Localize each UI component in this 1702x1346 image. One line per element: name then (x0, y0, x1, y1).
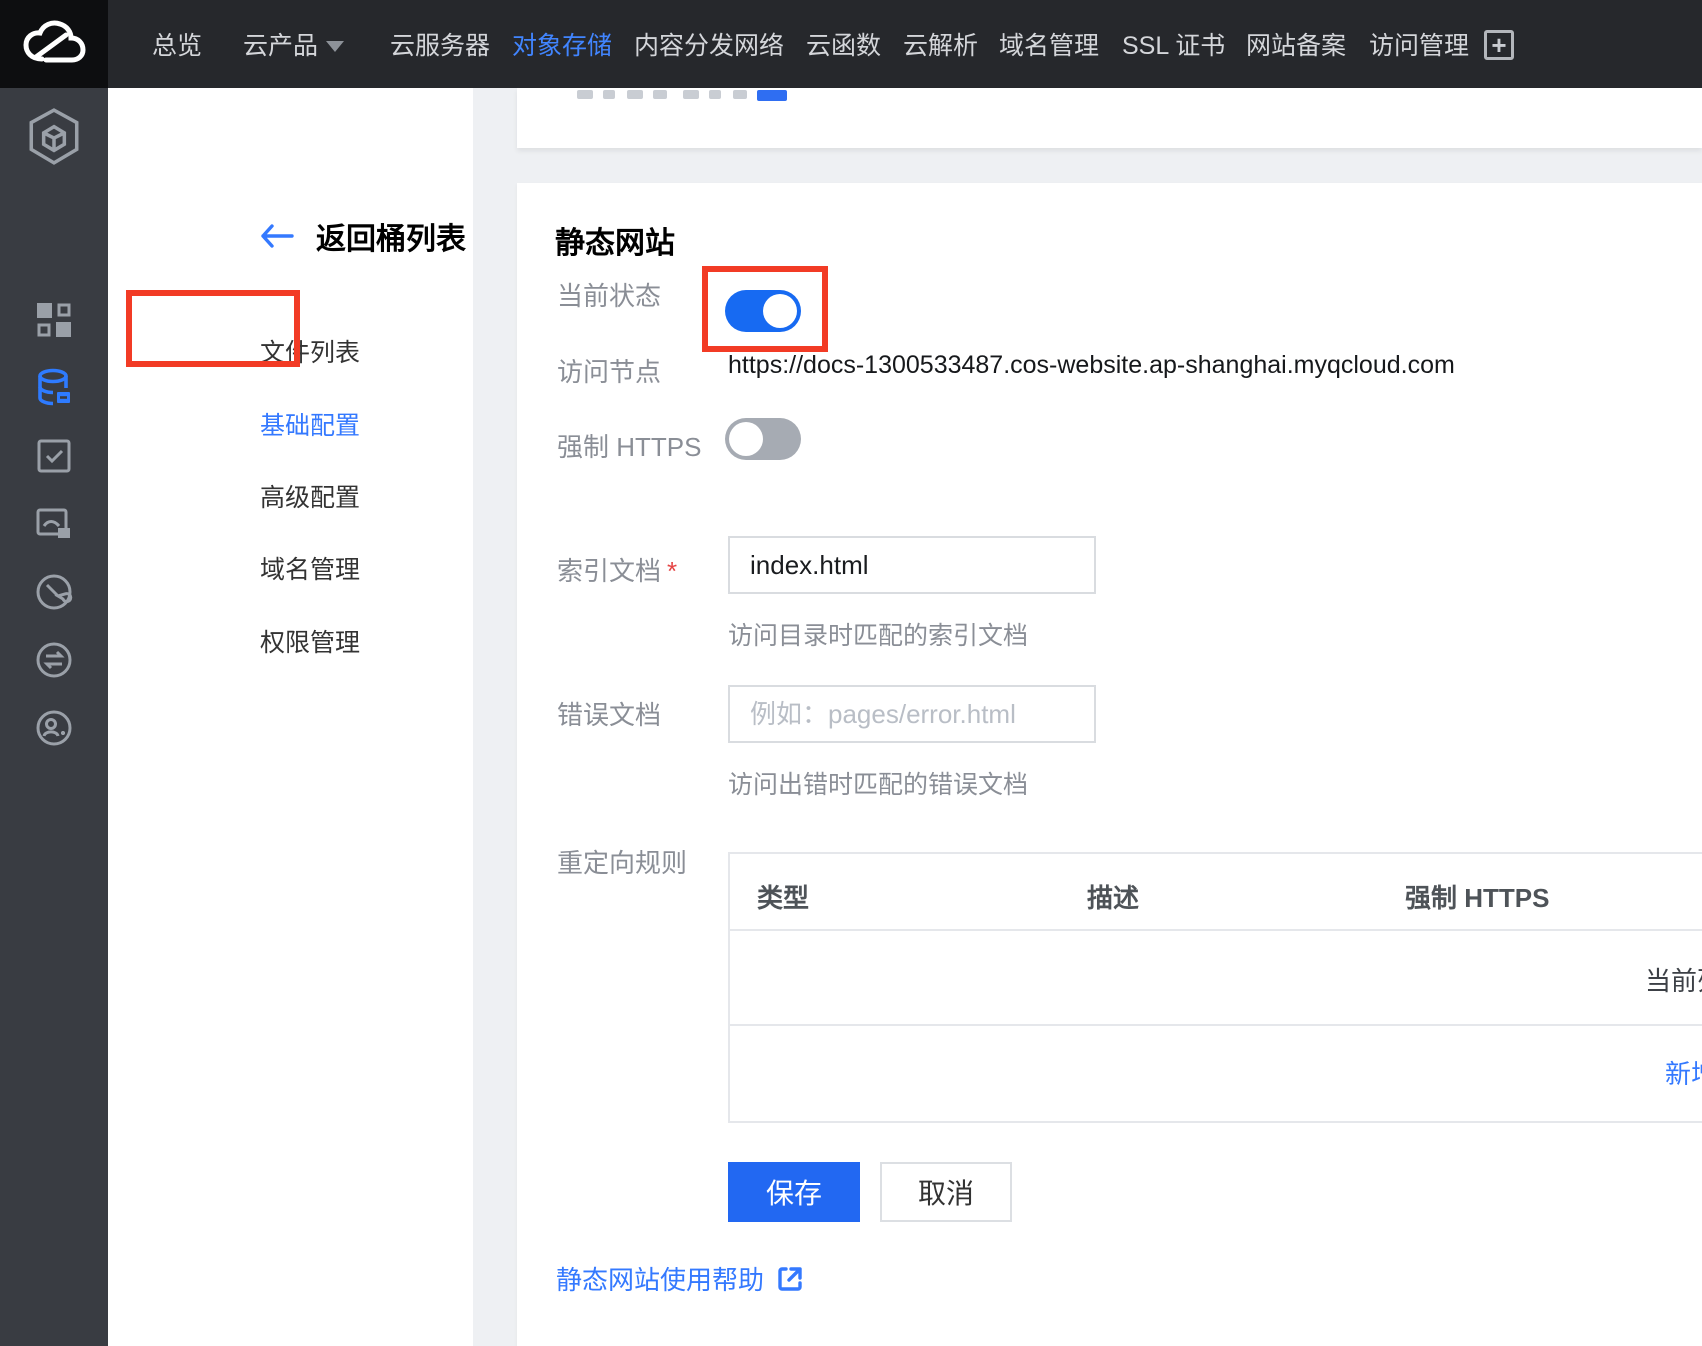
table-footer-row: 新增规则 (730, 1026, 1702, 1121)
force-https-toggle[interactable] (725, 418, 801, 460)
bucket-sidebar: 返回桶列表 文件列表 基础配置 高级配置 域名管理 权限管理 (108, 88, 473, 1346)
text-remnant (603, 90, 615, 99)
table-empty-row: 当前列表为空 (730, 931, 1702, 1026)
redirect-rules-label: 重定向规则 (557, 843, 687, 880)
index-doc-help: 访问目录时匹配的索引文档 (728, 616, 1028, 652)
sidebar-item-permission-mgmt[interactable]: 权限管理 (260, 623, 360, 659)
column-header-type: 类型 (757, 878, 809, 915)
icon-rail (0, 88, 108, 1346)
cloud-logo-icon (22, 19, 86, 69)
add-rule-link[interactable]: 新增规则 (1665, 1054, 1702, 1091)
cancel-button[interactable]: 取消 (880, 1162, 1012, 1222)
nav-item-cos[interactable]: 对象存储 (512, 0, 612, 88)
transfer-arrows-icon[interactable] (34, 640, 74, 680)
tool-wrench-icon[interactable] (34, 572, 74, 612)
text-remnant (577, 90, 593, 99)
back-arrow-icon (260, 224, 294, 248)
index-doc-label: 索引文档* (557, 551, 677, 588)
error-doc-help: 访问出错时匹配的错误文档 (728, 765, 1028, 801)
toggle-knob (763, 294, 797, 328)
nav-item-cam[interactable]: 访问管理 (1369, 0, 1469, 88)
static-website-help-link[interactable]: 静态网站使用帮助 (556, 1260, 804, 1297)
back-to-bucket-list[interactable]: 返回桶列表 (260, 214, 466, 258)
text-remnant (709, 90, 721, 99)
nav-item-cdn[interactable]: 内容分发网络 (634, 0, 784, 88)
save-button[interactable]: 保存 (728, 1162, 860, 1222)
tencent-cloud-logo[interactable] (0, 0, 108, 88)
chevron-down-icon (326, 41, 344, 52)
sidebar-item-advanced-config[interactable]: 高级配置 (260, 478, 360, 514)
scrolled-card-remnant (517, 88, 1702, 148)
index-doc-input[interactable] (728, 536, 1096, 594)
sidebar-item-domain-mgmt[interactable]: 域名管理 (260, 550, 360, 586)
account-monitor-icon[interactable] (34, 708, 74, 748)
error-doc-input[interactable] (728, 685, 1096, 743)
task-check-icon[interactable] (35, 437, 73, 475)
product-cube-hexagon-icon[interactable] (23, 106, 85, 168)
nav-item-dns[interactable]: 云解析 (903, 0, 978, 88)
table-header-row: 类型 描述 强制 HTTPS (730, 854, 1702, 931)
text-remnant (733, 90, 747, 99)
media-image-icon[interactable] (34, 504, 74, 544)
external-link-icon (776, 1265, 804, 1293)
sidebar-item-file-list[interactable]: 文件列表 (260, 333, 360, 369)
nav-item-ssl[interactable]: SSL 证书 (1122, 0, 1225, 88)
nav-item-cvm[interactable]: 云服务器 (390, 0, 490, 88)
text-remnant (683, 90, 699, 99)
storage-bucket-icon[interactable] (34, 368, 74, 408)
page-title: 静态网站 (555, 218, 675, 262)
nav-item-icp[interactable]: 网站备案 (1246, 0, 1346, 88)
column-header-force-https: 强制 HTTPS (1405, 878, 1549, 915)
app-window: 总览 云产品 云服务器 对象存储 内容分发网络 云函数 云解析 域名管理 SSL… (0, 0, 1702, 1346)
nav-item-cloud-products[interactable]: 云产品 (243, 0, 344, 88)
nav-item-domain[interactable]: 域名管理 (999, 0, 1099, 88)
empty-list-text: 当前列表为空 (1645, 961, 1702, 998)
add-services-icon[interactable]: + (1484, 30, 1514, 60)
nav-item-scf[interactable]: 云函数 (806, 0, 881, 88)
dashboard-grid-icon[interactable] (35, 301, 73, 339)
column-header-description: 描述 (1087, 878, 1139, 915)
nav-item-overview[interactable]: 总览 (152, 0, 202, 88)
endpoint-label: 访问节点 (557, 352, 661, 389)
sidebar-item-basic-config[interactable]: 基础配置 (260, 406, 360, 442)
status-label: 当前状态 (557, 276, 661, 313)
link-icon-remnant (757, 90, 787, 101)
top-navbar: 总览 云产品 云服务器 对象存储 内容分发网络 云函数 云解析 域名管理 SSL… (0, 0, 1702, 88)
text-remnant (627, 90, 643, 99)
error-doc-label: 错误文档 (557, 695, 661, 732)
redirect-rules-table: 类型 描述 强制 HTTPS 当前列表为空 新增规则 (728, 852, 1702, 1123)
endpoint-url: https://docs-1300533487.cos-website.ap-s… (728, 351, 1455, 380)
force-https-label: 强制 HTTPS (557, 427, 701, 464)
toggle-knob (729, 422, 763, 456)
status-toggle[interactable] (725, 290, 801, 332)
required-asterisk: * (667, 556, 677, 586)
text-remnant (653, 90, 667, 99)
